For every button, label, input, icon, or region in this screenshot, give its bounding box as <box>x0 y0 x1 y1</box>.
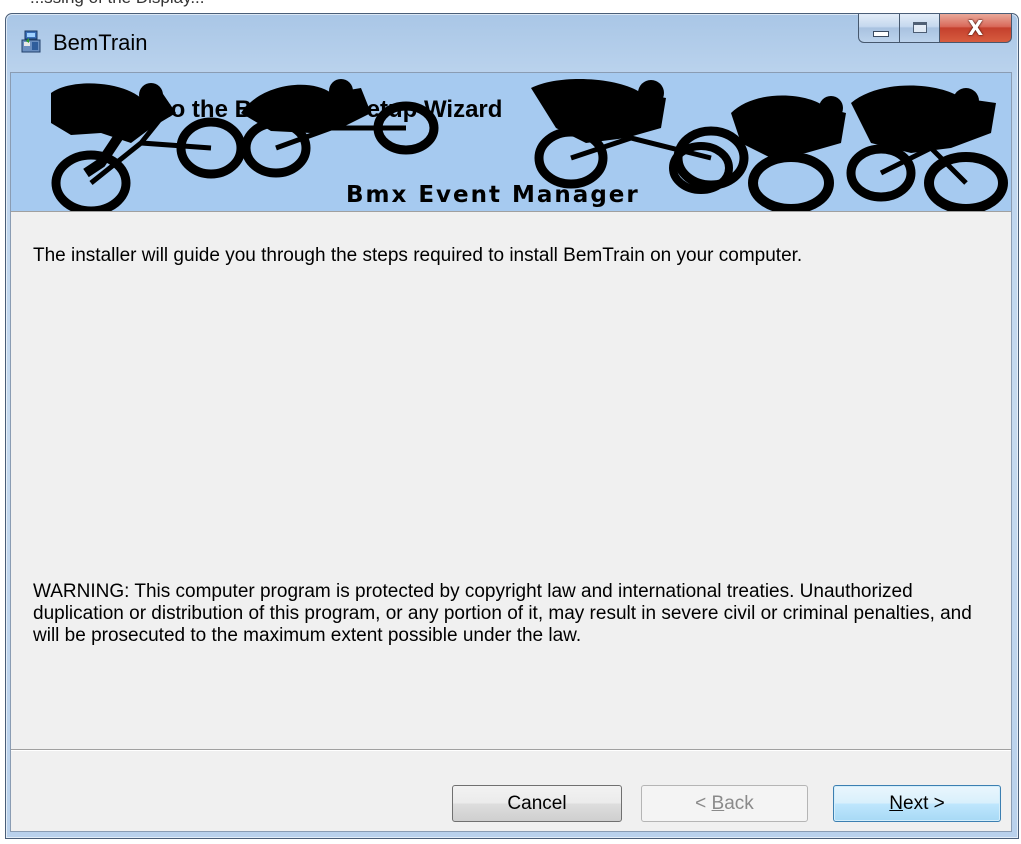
banner-subtitle: Bmx Event Manager <box>346 182 640 208</box>
banner-welcome-title: Welcome to the BemTrain Setup Wizard <box>51 96 503 123</box>
background-window-text: ...ssing of the Display... <box>30 0 204 8</box>
close-icon: X <box>967 16 984 40</box>
title-bar[interactable]: BemTrain X <box>6 14 1018 72</box>
minimize-button[interactable] <box>858 14 900 43</box>
footer-separator <box>11 749 1011 751</box>
setup-wizard-window: BemTrain X Welcome to the BemTrain Setup… <box>5 13 1019 839</box>
close-button[interactable]: X <box>940 14 1012 43</box>
window-title: BemTrain <box>53 30 148 55</box>
minimize-icon <box>873 31 889 37</box>
background-window-strip: ...ssing of the Display... <box>0 0 1021 12</box>
back-button[interactable]: < Back <box>641 785 808 822</box>
installer-icon <box>21 30 41 53</box>
copyright-warning: WARNING: This computer program is protec… <box>33 581 972 646</box>
next-button-accel: N <box>889 792 903 814</box>
back-button-rest: ack <box>724 792 754 814</box>
caption-buttons: X <box>858 14 1012 44</box>
back-button-prefix: < <box>695 792 712 814</box>
maximize-button[interactable] <box>900 14 940 43</box>
wizard-banner: Welcome to the BemTrain Setup Wizard Bmx… <box>11 73 1011 212</box>
next-button[interactable]: Next > <box>833 785 1001 822</box>
intro-text: The installer will guide you through the… <box>33 245 803 266</box>
next-button-rest: ext > <box>903 792 945 814</box>
cancel-button-label: Cancel <box>507 792 567 814</box>
cancel-button[interactable]: Cancel <box>452 785 622 822</box>
wizard-client-area: Welcome to the BemTrain Setup Wizard Bmx… <box>10 72 1012 832</box>
maximize-icon <box>913 22 927 33</box>
back-button-accel: B <box>711 792 725 814</box>
